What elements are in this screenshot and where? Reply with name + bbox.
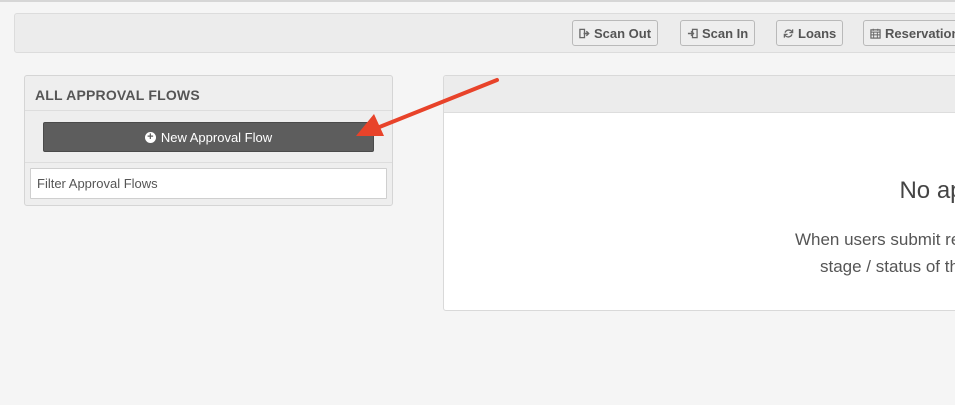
empty-state-title: No ap: [899, 177, 955, 204]
scan-out-label: Scan Out: [594, 25, 652, 41]
divider: [25, 162, 392, 163]
calendar-icon: [870, 28, 881, 39]
refresh-icon: [783, 28, 794, 39]
sign-out-icon: [579, 28, 590, 39]
sign-in-icon: [687, 28, 698, 39]
reservations-label: Reservation: [885, 25, 955, 41]
scan-in-label: Scan In: [702, 25, 749, 41]
filter-approval-flows-input[interactable]: [30, 168, 387, 199]
reservations-button[interactable]: Reservation: [863, 20, 955, 46]
new-approval-flow-button[interactable]: + New Approval Flow: [43, 122, 374, 152]
plus-circle-icon: +: [144, 131, 156, 143]
panel-heading: ALL APPROVAL FLOWS: [35, 87, 200, 103]
main-panel-header: [444, 76, 955, 113]
new-approval-flow-label: New Approval Flow: [160, 129, 273, 145]
approval-flows-panel: ALL APPROVAL FLOWS + New Approval Flow: [24, 75, 393, 206]
divider: [25, 110, 392, 111]
top-edge: [0, 0, 955, 2]
toolbar: Scan Out Scan In Loans Reservation: [14, 13, 955, 53]
main-panel: No ap When users submit requests for equ…: [443, 75, 955, 311]
loans-label: Loans: [798, 25, 837, 41]
scan-out-button[interactable]: Scan Out: [572, 20, 659, 46]
scan-in-button[interactable]: Scan In: [680, 20, 756, 46]
loans-button[interactable]: Loans: [776, 20, 844, 46]
empty-state-description: When users submit requests for equ stage…: [794, 230, 955, 276]
